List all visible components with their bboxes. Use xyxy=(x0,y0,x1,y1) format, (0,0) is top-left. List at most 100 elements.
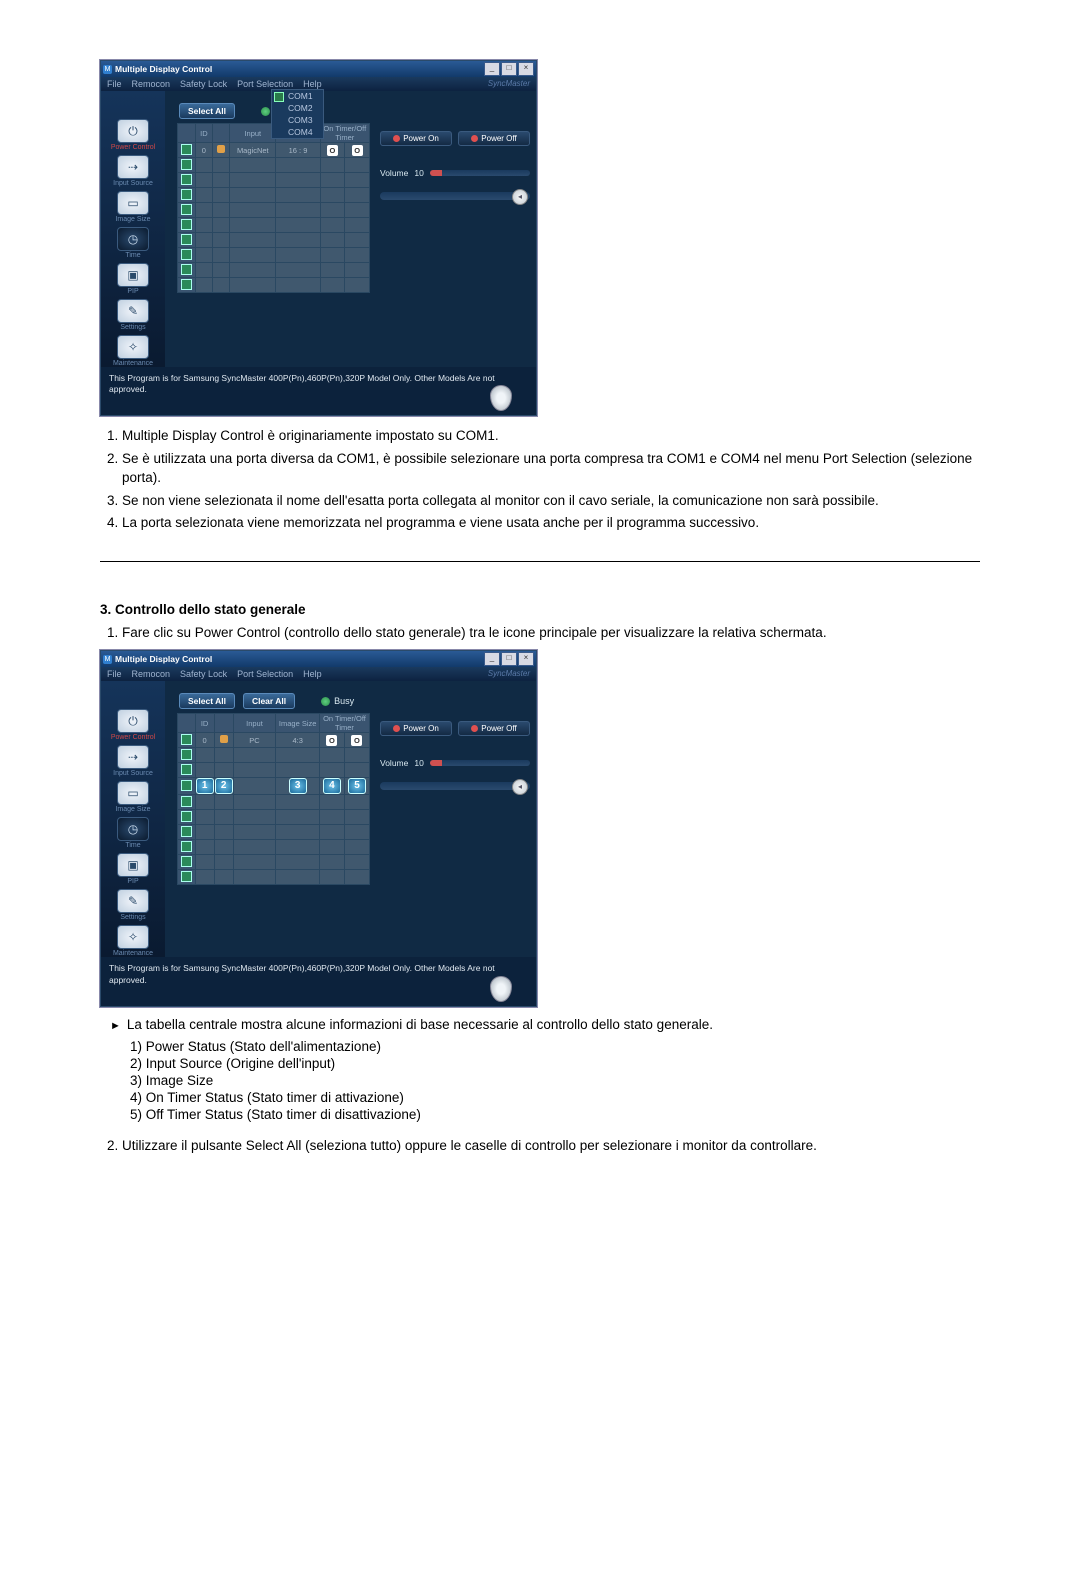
display-grid: ID Input Image Size On Timer/Off Timer 0… xyxy=(177,713,370,885)
power-off-button[interactable]: Power Off xyxy=(458,131,530,146)
volume-label: Volume xyxy=(380,168,408,178)
sidebar-item-label: Power Control xyxy=(108,144,158,151)
menu-remocon[interactable]: Remocon xyxy=(132,79,171,89)
section-title: 3. Controllo dello stato generale xyxy=(100,602,980,617)
port-selection-dropdown: COM1 COM2 COM3 COM4 xyxy=(271,89,324,139)
menubar: File Remocon Safety Lock Port Selection … xyxy=(101,77,536,91)
volume-slider[interactable]: ◂ xyxy=(380,192,530,200)
callout-4: 4 xyxy=(323,778,341,794)
menu-remocon[interactable]: Remocon xyxy=(132,669,171,679)
menu-safety-lock[interactable]: Safety Lock xyxy=(180,79,227,89)
sidebar-item-image-size[interactable]: ▭ Image Size xyxy=(108,191,158,223)
callout-3: 3 xyxy=(289,778,307,794)
window-minimize-button[interactable]: _ xyxy=(484,62,500,76)
sidebar-item-settings[interactable]: ✎Settings xyxy=(108,889,158,921)
pushpin-icon xyxy=(490,976,512,1002)
menu-file[interactable]: File xyxy=(107,79,122,89)
red-dot-icon xyxy=(471,135,478,142)
port-option-com1[interactable]: COM1 xyxy=(272,90,323,102)
sidebar: ⏻ Power Control ⇢ Input Source ▭ Image S… xyxy=(101,91,165,367)
sidebar-item-pip[interactable]: ▣PIP xyxy=(108,853,158,885)
enum-item: 5) Off Timer Status (Stato timer di disa… xyxy=(130,1107,980,1122)
port-option-com2[interactable]: COM2 xyxy=(272,102,323,114)
list-item: Fare clic su Power Control (controllo de… xyxy=(122,623,980,643)
list-item: Se è utilizzata una porta diversa da COM… xyxy=(122,449,980,488)
volume-slider-small[interactable] xyxy=(430,760,530,766)
enum-item: 4) On Timer Status (Stato timer di attiv… xyxy=(130,1090,980,1105)
time-icon: ◷ xyxy=(117,227,149,251)
power-on-button[interactable]: Power On xyxy=(380,721,452,736)
status-dot-icon xyxy=(217,145,225,153)
window-close-button[interactable]: × xyxy=(518,652,534,666)
pip-icon: ▣ xyxy=(117,263,149,287)
enum-item: 1) Power Status (Stato dell'alimentazion… xyxy=(130,1039,980,1054)
window-titlebar: M Multiple Display Control _ □ × xyxy=(101,61,536,77)
menu-safety-lock[interactable]: Safety Lock xyxy=(180,669,227,679)
window-title: Multiple Display Control xyxy=(115,64,484,74)
bullet-arrow-icon: ► xyxy=(110,1017,121,1035)
brand-label: SyncMaster xyxy=(488,669,530,679)
sidebar-item-time[interactable]: ◷Time xyxy=(108,817,158,849)
row-checkbox[interactable] xyxy=(181,144,192,155)
menu-help[interactable]: Help xyxy=(303,79,322,89)
image-size-icon: ▭ xyxy=(117,191,149,215)
section-divider xyxy=(100,561,980,562)
app-icon: M xyxy=(103,65,112,74)
callout-1: 1 xyxy=(196,778,214,794)
power-icon: ⏻ xyxy=(117,119,149,143)
port-option-com4[interactable]: COM4 xyxy=(272,126,323,138)
volume-value: 10 xyxy=(414,168,423,178)
table-row[interactable]: 0 PC 4:3 O O xyxy=(178,733,370,748)
settings-icon: ✎ xyxy=(117,299,149,323)
sidebar-item-power-control[interactable]: ⏻ Power Control xyxy=(108,119,158,151)
window-maximize-button[interactable]: □ xyxy=(501,62,517,76)
table-row[interactable]: 0 MagicNet 16 : 9 O O xyxy=(178,143,370,158)
power-off-button[interactable]: Power Off xyxy=(458,721,530,736)
pushpin-icon xyxy=(490,385,512,411)
window-minimize-button[interactable]: _ xyxy=(484,652,500,666)
input-source-icon: ⇢ xyxy=(117,155,149,179)
sidebar-item-time[interactable]: ◷ Time xyxy=(108,227,158,259)
sidebar-item-input-source[interactable]: ⇢ Input Source xyxy=(108,155,158,187)
list-item: Multiple Display Control è originariamen… xyxy=(122,426,980,446)
sidebar-item-settings[interactable]: ✎ Settings xyxy=(108,299,158,331)
power-on-button[interactable]: Power On xyxy=(380,131,452,146)
app-screenshot-port-selection: M Multiple Display Control _ □ × File Re… xyxy=(100,60,537,416)
callout-2: 2 xyxy=(215,778,233,794)
sidebar-item-image-size[interactable]: ▭Image Size xyxy=(108,781,158,813)
callout-5: 5 xyxy=(348,778,366,794)
sidebar-item-maintenance[interactable]: ✧Maintenance xyxy=(108,925,158,957)
list-item: Se non viene selezionata il nome dell'es… xyxy=(122,491,980,511)
menu-port-selection[interactable]: Port Selection xyxy=(237,669,293,679)
menu-help[interactable]: Help xyxy=(303,669,322,679)
footer-message: This Program is for Samsung SyncMaster 4… xyxy=(101,367,536,415)
volume-slider-small[interactable] xyxy=(430,170,530,176)
port-option-com3[interactable]: COM3 xyxy=(272,114,323,126)
section1-list: Multiple Display Control è originariamen… xyxy=(100,426,980,533)
busy-dot-icon xyxy=(261,107,270,116)
red-dot-icon xyxy=(393,135,400,142)
callout-row: 1 2 3 4 5 xyxy=(178,778,370,795)
sidebar-item-power-control[interactable]: ⏻Power Control xyxy=(108,709,158,741)
select-all-button[interactable]: Select All xyxy=(179,103,235,119)
app-screenshot-power-control: M Multiple Display Control _ □ × File Re… xyxy=(100,650,537,1006)
window-close-button[interactable]: × xyxy=(518,62,534,76)
list-item: La porta selezionata viene memorizzata n… xyxy=(122,513,980,533)
select-all-button[interactable]: Select All xyxy=(179,693,235,709)
enum-list: 1) Power Status (Stato dell'alimentazion… xyxy=(130,1039,980,1122)
brand-label: SyncMaster xyxy=(488,79,530,89)
sidebar-item-maintenance[interactable]: ✧ Maintenance xyxy=(108,335,158,367)
app-icon: M xyxy=(103,655,112,664)
clear-all-button[interactable]: Clear All xyxy=(243,693,295,709)
sidebar-item-input-source[interactable]: ⇢Input Source xyxy=(108,745,158,777)
menu-file[interactable]: File xyxy=(107,669,122,679)
menu-port-selection[interactable]: Port Selection xyxy=(237,79,293,89)
bullet-text: La tabella centrale mostra alcune inform… xyxy=(127,1017,713,1032)
display-grid: ID Input Image Size On Timer/Off Timer 0… xyxy=(177,123,370,293)
window-maximize-button[interactable]: □ xyxy=(501,652,517,666)
slider-knob-icon[interactable]: ◂ xyxy=(512,189,528,205)
enum-item: 3) Image Size xyxy=(130,1073,980,1088)
maintenance-icon: ✧ xyxy=(117,335,149,359)
volume-slider[interactable]: ◂ xyxy=(380,782,530,790)
sidebar-item-pip[interactable]: ▣ PIP xyxy=(108,263,158,295)
